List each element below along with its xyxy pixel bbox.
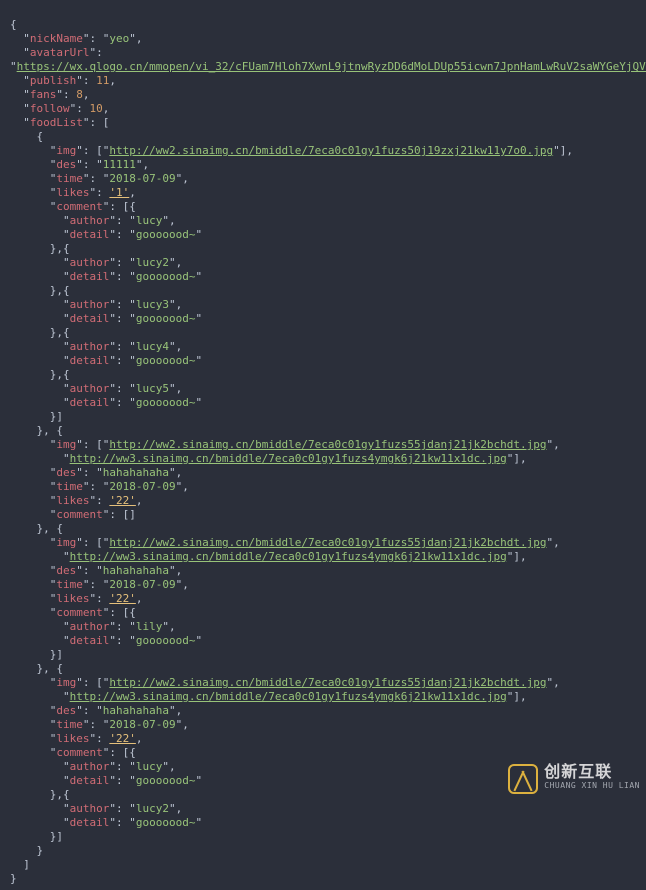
food1-likes: '22': [109, 494, 136, 507]
val-fans: 8: [76, 88, 83, 101]
val-follow: 10: [90, 102, 103, 115]
food3-time: 2018-07-09: [109, 718, 175, 731]
food2-c0-detail: gooooood~: [136, 634, 196, 647]
json-code-block: { "nickName": "yeo", "avatarUrl": "https…: [0, 0, 646, 890]
food0-des: 11111: [103, 158, 136, 171]
key-avatarurl: avatarUrl: [30, 46, 90, 59]
food0-c2-detail: gooooood~: [136, 312, 196, 325]
food3-img1: http://ww3.sinaimg.cn/bmiddle/7eca0c01gy…: [70, 690, 507, 703]
val-nickname: yeo: [109, 32, 129, 45]
food0-c4-author: lucy5: [136, 382, 169, 395]
val-avatarurl: https://wx.qlogo.cn/mmopen/vi_32/cFUam7H…: [17, 60, 646, 73]
food1-img0: http://ww2.sinaimg.cn/bmiddle/7eca0c01gy…: [109, 438, 546, 451]
food3-c0-detail: gooooood~: [136, 774, 196, 787]
food2-img1: http://ww3.sinaimg.cn/bmiddle/7eca0c01gy…: [70, 550, 507, 563]
food0-c4-detail: gooooood~: [136, 396, 196, 409]
food1-des: hahahahaha: [103, 466, 169, 479]
food3-c1-author: lucy2: [136, 802, 169, 815]
food3-c1-detail: gooooood~: [136, 816, 196, 829]
key-foodlist: foodList: [30, 116, 83, 129]
food2-c0-author: lily: [136, 620, 163, 633]
food3-c0-author: lucy: [136, 760, 163, 773]
food3-des: hahahahaha: [103, 704, 169, 717]
food0-img0: http://ww2.sinaimg.cn/bmiddle/7eca0c01gy…: [109, 144, 553, 157]
food0-c2-author: lucy3: [136, 298, 169, 311]
food2-des: hahahahaha: [103, 564, 169, 577]
brace-open: {: [10, 18, 17, 31]
food0-c1-detail: gooooood~: [136, 270, 196, 283]
food1-img1: http://ww3.sinaimg.cn/bmiddle/7eca0c01gy…: [70, 452, 507, 465]
food3-img0: http://ww2.sinaimg.cn/bmiddle/7eca0c01gy…: [109, 676, 546, 689]
key-fans: fans: [30, 88, 57, 101]
food2-likes: '22': [109, 592, 136, 605]
food3-likes: '22': [109, 732, 136, 745]
food1-time: 2018-07-09: [109, 480, 175, 493]
food2-time: 2018-07-09: [109, 578, 175, 591]
key-follow: follow: [30, 102, 70, 115]
food0-c0-author: lucy: [136, 214, 163, 227]
food0-likes: '1': [109, 186, 129, 199]
food0-time: 2018-07-09: [109, 172, 175, 185]
key-nickname: nickName: [30, 32, 83, 45]
val-publish: 11: [96, 74, 109, 87]
food0-c3-detail: gooooood~: [136, 354, 196, 367]
food0-c0-detail: gooooood~: [136, 228, 196, 241]
brace-close: }: [10, 872, 17, 885]
key-publish: publish: [30, 74, 76, 87]
food0-c1-author: lucy2: [136, 256, 169, 269]
food0-c3-author: lucy4: [136, 340, 169, 353]
food2-img0: http://ww2.sinaimg.cn/bmiddle/7eca0c01gy…: [109, 536, 546, 549]
